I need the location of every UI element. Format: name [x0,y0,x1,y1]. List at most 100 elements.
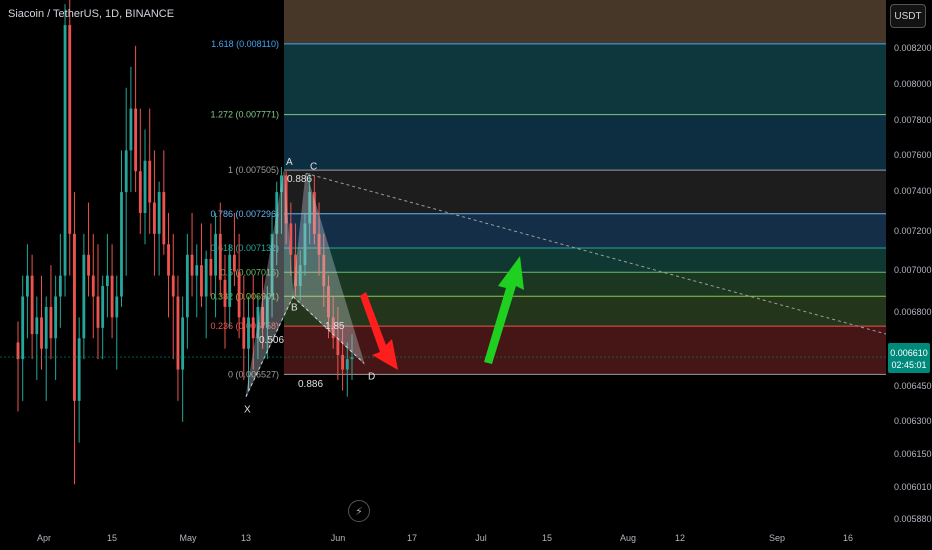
y-axis-tick-label: 0.007000 [894,265,932,275]
pattern-ratio-label: 0.886 [287,174,312,185]
candle-body [223,279,227,307]
candle-body [195,265,199,276]
x-axis-tick-label: May [179,533,197,543]
candle-body [143,160,147,213]
x-axis-tick-label: 16 [843,533,853,543]
candle-body [54,296,58,339]
y-axis-tick-label: 0.007200 [894,226,932,236]
x-axis-tick-label: Apr [37,533,51,543]
candle-body [87,254,90,276]
y-axis-tick-label: 0.007600 [894,150,932,160]
current-price-value: 0.006610 [890,348,928,358]
candle-body [115,296,119,318]
candle-body [134,108,138,172]
x-axis-tick-label: 17 [407,533,417,543]
price-chart[interactable]: 1.618 (0.008110) 1.272 (0.007771) 1 (0.007… [0,0,932,550]
candle-body [101,286,105,328]
fib-zone-band [284,272,886,297]
candle-body [82,254,86,339]
chart-title: Siacoin / TetherUS, 1D, BINANCE [8,8,175,20]
x-axis-tick-label: Jun [331,533,346,543]
candle-body [242,317,246,349]
candle-body [185,254,189,318]
candle-body [218,233,222,280]
candle-body [30,275,34,335]
candle-body [214,233,217,276]
y-axis-tick-label: 0.005880 [894,514,932,524]
candle-body [91,275,95,297]
candle-body [181,317,185,370]
x-axis-tick-label: 13 [241,533,251,543]
candle-body [124,150,128,193]
candle-body [148,160,152,203]
candle-body [35,317,39,335]
candle-body [63,25,67,276]
y-axis-tick-label: 0.006800 [894,307,932,317]
lightning-icon[interactable]: ⚡ [348,500,370,522]
currency-unit-button[interactable]: USDT [890,4,926,28]
pattern-point-label: B [291,302,298,313]
pattern-ratio-label: 0.886 [298,379,323,390]
pattern-point-label: C [310,161,317,172]
x-axis-tick-label: 12 [675,533,685,543]
pattern-point-label: X [244,405,251,416]
y-axis-tick-label: 0.006150 [894,449,932,459]
y-axis-tick-label: 0.006010 [894,482,932,492]
candle-body [176,296,180,370]
candle-body [200,265,203,297]
candle-body [167,244,170,276]
candle-body [157,192,161,234]
candle-body [204,258,208,297]
y-axis-tick-label: 0.007400 [894,186,932,196]
fib-zone-band [284,114,886,171]
candle-body [49,306,53,339]
candle-body [96,296,100,328]
fib-level-label: 1.272 (0.007771) [210,110,279,120]
fib-zone-band [284,248,886,273]
candle-body [120,192,123,297]
y-axis-tick-label: 0.006450 [894,381,932,391]
y-axis-tick-label: 0.008200 [894,43,932,53]
pattern-point-label: D [368,371,375,382]
fib-zone-band [284,213,886,249]
candle-body [68,25,72,234]
pattern-ratio-label: 0.506 [259,335,284,346]
candle-body [190,254,194,276]
candle-body [44,306,48,349]
pattern-ratio-label: 1.85 [325,321,345,332]
candle-body [73,233,76,401]
candle-body [251,317,255,339]
fib-zone-band [284,43,886,115]
candle-body [209,258,213,276]
candle-body [232,254,236,272]
pattern-point-label: A [286,157,293,168]
y-axis-tick-label: 0.006300 [894,416,932,426]
candle-body [345,359,349,370]
candle-body [77,338,81,401]
fib-level-label: 1 (0.007505) [228,165,279,175]
y-axis-tick-label: 0.008000 [894,79,932,89]
fib-zone-band [284,170,886,214]
x-axis-tick-label: 15 [542,533,552,543]
candle-body [162,192,166,245]
candle-body [105,275,109,287]
candle-body [237,271,241,318]
candle-body [21,296,25,360]
x-axis-tick-label: 15 [107,533,117,543]
candle-body [171,275,175,297]
y-axis-tick-label: 0.007800 [894,115,932,125]
candle-body [247,317,250,349]
candle-body [153,202,156,234]
fib-level-label: 1.618 (0.008110) [211,39,279,49]
candle-body [16,342,20,360]
fib-zone-band [284,0,886,44]
candle-body [40,317,43,349]
candle-body [228,254,232,307]
candle-body [58,275,62,297]
candle-body [350,357,354,360]
candle-body [25,275,29,297]
candle-body [336,338,340,355]
candle-body [110,275,114,318]
x-axis-tick-label: Aug [620,533,636,543]
x-axis-tick-label: Jul [475,533,487,543]
